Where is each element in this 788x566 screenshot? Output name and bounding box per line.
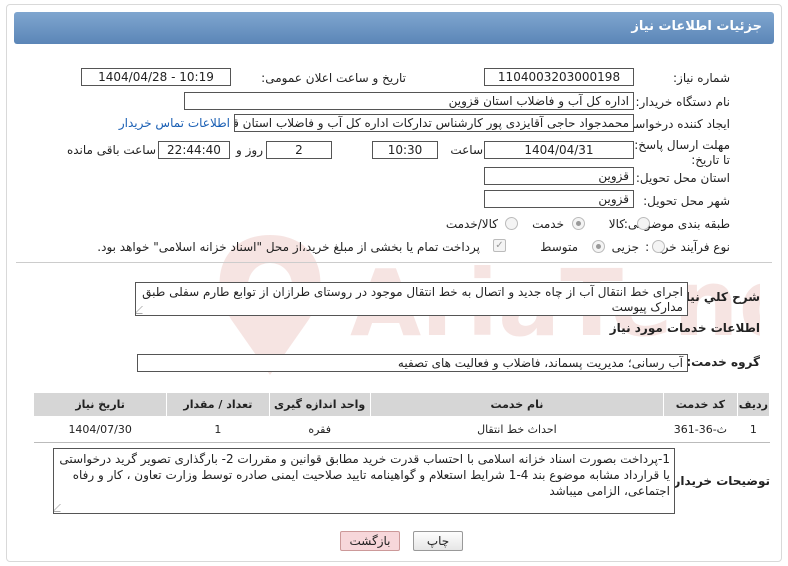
deadline-hour-label: ساعت [450, 143, 483, 157]
time-left-field: 22:44:40 [158, 141, 230, 159]
buyer-org-label: نام دستگاه خریدار: [635, 95, 731, 109]
deadline-time-field: 10:30 [372, 141, 438, 159]
col-service-name: نام خدمت [369, 392, 664, 417]
divider [16, 262, 772, 263]
cell-need-date: 1404/07/30 [33, 416, 167, 443]
cell-unit: فقره [269, 416, 371, 443]
resize-grip-icon[interactable] [54, 504, 68, 512]
category-goods-service-label: کالا/خدمت [445, 217, 498, 231]
cell-service-code: ث-36-361 [663, 416, 738, 443]
province-label: استان محل تحویل: [635, 171, 730, 185]
treasury-note: پرداخت تمام یا بخشی از مبلغ خرید،از محل … [97, 240, 480, 254]
summary-text: اجرای خط انتقال آب از چاه جدید و اتصال ب… [142, 285, 683, 314]
city-field: قزوین [484, 190, 634, 208]
buyer-contact-link[interactable]: اطلاعات تماس خریدار [119, 116, 230, 130]
category-radio-service[interactable] [572, 217, 585, 230]
process-medium-label: متوسط [540, 240, 578, 254]
category-radio-goods[interactable] [637, 217, 650, 230]
category-radio-goods-service[interactable] [505, 217, 518, 230]
announce-date-label: تاریخ و ساعت اعلان عمومی: [261, 71, 406, 85]
days-left-field: 2 [266, 141, 332, 159]
service-group-field: آب رسانی؛ مدیریت پسماند، فاضلاب و فعالیت… [137, 354, 688, 372]
process-radio-minor[interactable] [652, 240, 665, 253]
province-field: قزوین [484, 167, 634, 185]
need-number-label: شماره نیاز: [673, 71, 730, 85]
deadline-label: مهلت ارسال پاسخ: تا تاریخ: [634, 138, 730, 167]
table-header-row: ردیف کد خدمت نام خدمت واحد اندازه گیری ت… [32, 392, 771, 417]
days-label: روز و [236, 143, 263, 157]
city-label: شهر محل تحویل: [643, 194, 730, 208]
table-row: 1 ث-36-361 احداث خط انتقال فقره 1 1404/0… [33, 416, 770, 443]
buyer-notes-textarea: 1-پرداخت بصورت اسناد خزانه اسلامی با احت… [53, 448, 675, 514]
deadline-date-field: 1404/04/31 [484, 141, 634, 159]
treasury-checkbox[interactable]: ✓ [493, 239, 506, 252]
cell-quantity: 1 [166, 416, 270, 443]
buyer-org-field: اداره کل آب و فاضلاب استان قزوین [184, 92, 634, 110]
requester-label: ایجاد کننده درخواست: [619, 117, 730, 131]
summary-textarea: اجرای خط انتقال آب از چاه جدید و اتصال ب… [135, 282, 688, 316]
page-title: جزئیات اطلاعات نیاز [14, 12, 774, 44]
service-group-label: گروه خدمت: [686, 355, 760, 369]
category-goods-label: کالا [608, 217, 625, 231]
buyer-notes-label: توضیحات خریدار: [668, 474, 770, 488]
process-minor-label: جزیی [611, 240, 639, 254]
services-header: اطلاعات خدمات مورد نیاز [609, 321, 760, 335]
announce-date-field: 1404/04/28 - 10:19 [81, 68, 231, 86]
col-quantity: تعداد / مقدار [166, 392, 270, 417]
col-unit: واحد اندازه گیری [268, 392, 371, 417]
remaining-label: ساعت باقی مانده [66, 143, 156, 157]
col-need-date: تاریخ نیاز [32, 392, 168, 417]
services-table: ردیف کد خدمت نام خدمت واحد اندازه گیری ت… [32, 392, 771, 443]
requester-field: محمدجواد حاجی آقایزدی پور کارشناس تدارکا… [234, 114, 634, 132]
col-service-code: کد خدمت [662, 392, 738, 417]
need-number-field: 1104003203000198 [484, 68, 634, 86]
buyer-notes-text: 1-پرداخت بصورت اسناد خزانه اسلامی با احت… [59, 452, 670, 498]
back-button[interactable]: بازگشت [340, 531, 400, 551]
process-radio-medium[interactable] [592, 240, 605, 253]
category-service-label: خدمت [532, 217, 564, 231]
print-button[interactable]: چاپ [413, 531, 463, 551]
resize-grip-icon[interactable] [136, 306, 150, 314]
col-row-number: ردیف [736, 392, 771, 417]
cell-row-number: 1 [737, 416, 770, 443]
cell-service-name: احداث خط انتقال [370, 416, 664, 443]
